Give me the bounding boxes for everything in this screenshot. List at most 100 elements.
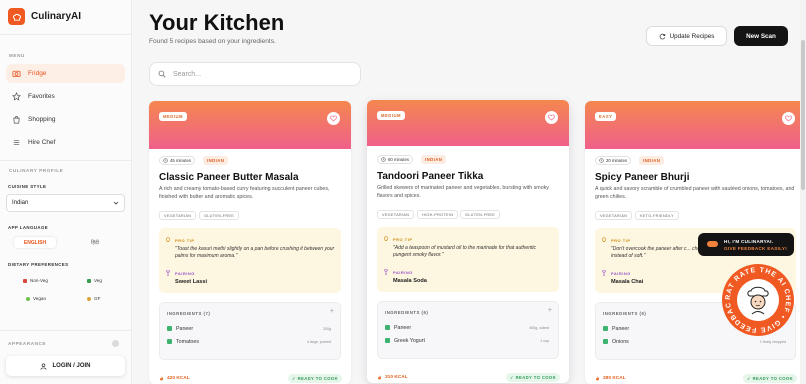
time-label: 20 minutes: [606, 158, 628, 163]
ready-badge: ✓ READY TO COOK: [506, 373, 560, 382]
favorite-button[interactable]: [545, 111, 558, 124]
pro-tip-panel: PRO TIP "Add a teaspoon of mustard oil t…: [377, 227, 559, 292]
heart-icon: [548, 114, 555, 121]
ingredients-heading: INGREDIENTS (5): [603, 311, 647, 316]
expand-ingredients-button[interactable]: +: [548, 307, 552, 314]
camera-icon: [12, 70, 21, 78]
recipe-card[interactable]: MEDIUM 45 minutes INDIAN Classic Paneer …: [149, 101, 351, 384]
calories-value: 280 KCAL: [603, 376, 626, 381]
recipe-card[interactable]: MEDIUM 60 minutes INDIAN Tandoori Paneer…: [367, 100, 569, 383]
sidebar-item-hire-chef[interactable]: Hire Chef: [6, 133, 125, 152]
diet-tag: VEGETARIAN: [159, 211, 197, 220]
card-banner: [149, 101, 351, 149]
ingredient-row[interactable]: Paneer 200g: [167, 324, 331, 333]
list-icon: [13, 140, 20, 145]
favorite-button[interactable]: [782, 112, 795, 125]
wheat-icon: [87, 296, 91, 301]
language-hindi-button[interactable]: हिंदी: [74, 237, 116, 248]
brand[interactable]: CulinaryAI: [8, 8, 81, 25]
ingredient-amount: 1 cup: [540, 338, 549, 343]
diet-label: Non-Veg: [30, 278, 48, 283]
new-scan-button[interactable]: New Scan: [734, 26, 788, 46]
veg-icon: [87, 278, 91, 283]
diet-tag: VEGETARIAN: [377, 210, 415, 219]
favorite-button[interactable]: [327, 112, 340, 125]
ingredient-row[interactable]: Tomatoes 4 large, pureed: [167, 337, 331, 346]
diet-option-vegan[interactable]: Vegan: [26, 296, 46, 301]
diet-option-non-veg[interactable]: Non-Veg: [23, 278, 48, 283]
search-box[interactable]: Search...: [149, 62, 361, 86]
pro-tip-text: "Toast the kasuri methi slightly on a pa…: [175, 246, 335, 259]
wine-glass-icon: [602, 270, 606, 276]
ingredients-panel: INGREDIENTS (6) + Paneer 400g, cubed Gree…: [377, 301, 559, 359]
chef-toggle-icon: [707, 241, 718, 247]
calories-label: 420 KCAL: [159, 376, 190, 381]
heart-icon: [330, 115, 337, 122]
diet-tag: KETO-FRIENDLY: [635, 211, 679, 220]
ingredients-heading: INGREDIENTS (7): [167, 311, 211, 316]
diet-tag: HIGH-PROTEIN: [417, 210, 459, 219]
sidebar-item-label: Shopping: [28, 116, 56, 123]
star-icon: [12, 92, 21, 101]
ingredient-row[interactable]: Onions 1 finely chopped: [603, 337, 786, 346]
search-icon: [158, 70, 166, 78]
culinary-profile-label: CULINARY PROFILE: [9, 168, 64, 173]
sidebar-item-fridge[interactable]: Fridge: [6, 64, 125, 83]
ingredient-row[interactable]: Greek Yogurt 1 cup: [385, 336, 549, 345]
sidebar-item-shopping[interactable]: Shopping: [6, 110, 125, 129]
checkbox-icon: [167, 326, 172, 331]
checkbox-icon: [385, 338, 390, 343]
dietary-preferences-label: DIETARY PREFERENCES: [8, 262, 69, 267]
diet-label: Vegan: [33, 296, 47, 301]
clock-icon: [599, 158, 604, 163]
recipe-title: Spicy Paneer Bhurji: [595, 172, 690, 183]
leaf-icon: [26, 296, 30, 301]
ingredient-name: Paneer: [612, 325, 630, 332]
ready-label: READY TO COOK: [752, 376, 793, 381]
sidebar-item-favorites[interactable]: Favorites: [6, 87, 125, 106]
login-button[interactable]: LOGIN / JOIN: [6, 356, 125, 376]
theme-toggle[interactable]: [112, 340, 119, 347]
calories-value: 420 KCAL: [167, 376, 190, 381]
update-recipes-button[interactable]: Update Recipes: [646, 26, 727, 46]
flame-icon: [596, 376, 599, 381]
ingredient-row[interactable]: Paneer 400g, cubed: [385, 323, 549, 332]
shopping-bag-icon: [13, 116, 20, 124]
card-banner: [585, 101, 806, 149]
checkbox-icon: [167, 339, 172, 344]
calories-label: 280 KCAL: [595, 376, 626, 381]
pro-tip-text: "Don't overcook the paneer after c... ch…: [611, 246, 707, 259]
recipe-description: Grilled skewers of marinated paneer and …: [377, 185, 549, 199]
pro-tip-label: PRO TIP: [175, 238, 195, 243]
refresh-icon: [659, 33, 665, 39]
scrollbar-thumb[interactable]: [801, 40, 805, 190]
flame-icon: [160, 376, 163, 381]
cuisine-badge: INDIAN: [203, 156, 229, 165]
lightbulb-icon: [383, 236, 389, 241]
sidebar-item-label: Favorites: [28, 93, 55, 100]
diet-option-veg[interactable]: Veg: [87, 278, 102, 283]
diet-tag: VEGETARIAN: [595, 211, 633, 220]
ready-badge: ✓ READY TO COOK: [743, 374, 797, 383]
rate-chef-badge[interactable]: RAT RATE THE AI CHEF • GIVE FEEDBACK •: [720, 262, 796, 338]
pro-tip-text: "Add a teaspoon of mustard oil to the ma…: [393, 245, 536, 258]
diet-option-gf[interactable]: GF: [87, 296, 100, 301]
chef-greeting-bubble[interactable]: HI, I'M CULINARYAI. GIVE FEEDBACK EASILY…: [698, 233, 794, 256]
expand-ingredients-button[interactable]: +: [330, 308, 334, 315]
lightbulb-icon: [601, 237, 607, 242]
chef-feedback-line: GIVE FEEDBACK EASILY!: [724, 246, 788, 251]
search-input[interactable]: Search...: [173, 71, 201, 78]
divider: [0, 330, 132, 331]
difficulty-badge: MEDIUM: [377, 111, 405, 120]
non-veg-icon: [23, 278, 27, 283]
sidebar: CulinaryAI MENU Fridge Favorites Shoppin…: [0, 0, 132, 384]
language-english-button[interactable]: ENGLISH: [14, 237, 56, 248]
card-banner: [367, 100, 569, 146]
ingredient-name: Greek Yogurt: [394, 337, 425, 344]
cuisine-badge: INDIAN: [639, 156, 665, 165]
cuisine-style-select[interactable]: Indian: [6, 194, 125, 212]
ingredient-amount: 1 finely chopped: [759, 339, 786, 344]
login-label: LOGIN / JOIN: [52, 363, 91, 369]
menu-label: MENU: [9, 53, 25, 58]
pro-tip-panel: PRO TIP "Toast the kasuri methi slightly…: [159, 228, 341, 293]
